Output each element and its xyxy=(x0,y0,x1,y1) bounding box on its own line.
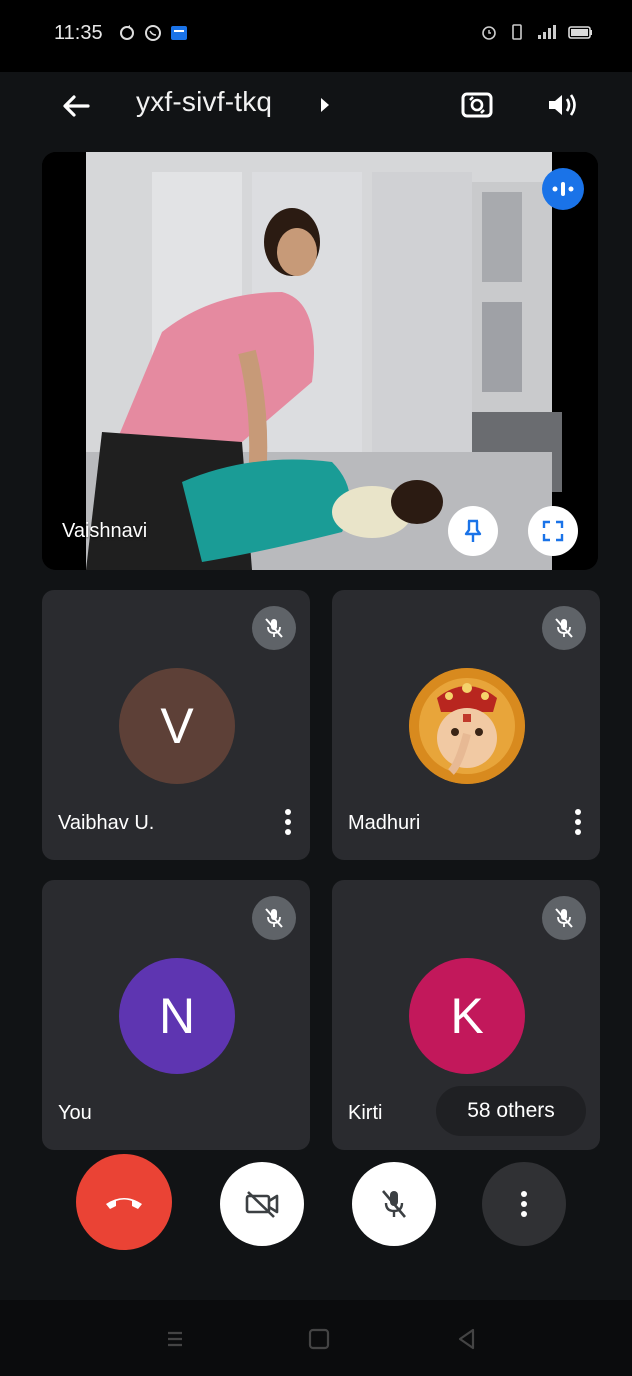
mic-off-icon xyxy=(265,618,283,638)
muted-indicator xyxy=(542,606,586,650)
more-vert-icon xyxy=(521,1191,527,1217)
arrow-back-icon[interactable] xyxy=(56,86,96,126)
participant-tile-self[interactable]: N You xyxy=(42,880,310,1150)
mic-off-icon xyxy=(382,1190,406,1218)
mic-off-icon xyxy=(555,908,573,928)
status-icons-right xyxy=(480,23,594,41)
mic-off-icon xyxy=(555,618,573,638)
camera-switch-icon[interactable] xyxy=(456,84,498,126)
participant-tile[interactable]: V Vaibhav U. xyxy=(42,590,310,860)
participant-video xyxy=(42,152,598,570)
mic-toggle-button[interactable] xyxy=(352,1162,436,1246)
message-icon xyxy=(171,26,187,40)
participant-tile[interactable]: Madhuri xyxy=(332,590,600,860)
fullscreen-button[interactable] xyxy=(528,506,578,556)
pin-icon xyxy=(464,519,482,542)
videocam-off-icon xyxy=(245,1191,279,1218)
avatar: K xyxy=(409,958,525,1074)
camera-toggle-button[interactable] xyxy=(220,1162,304,1246)
vibrate-icon xyxy=(512,24,522,40)
avatar: N xyxy=(119,958,235,1074)
participant-name: Kirti xyxy=(348,1102,383,1124)
speaking-indicator xyxy=(542,168,584,210)
main-video-tile[interactable]: Vaishnavi xyxy=(42,152,598,570)
call-controls xyxy=(0,1150,632,1290)
audio-level-icon xyxy=(552,182,574,196)
participant-name: You xyxy=(58,1102,92,1124)
whatsapp-icon xyxy=(145,25,161,41)
sync-icon xyxy=(120,25,134,40)
meet-call-screen: 11:35 yxf-sivf-tkq Vaishnavi V Vaibhav U… xyxy=(0,0,632,1376)
muted-indicator xyxy=(252,606,296,650)
avatar: V xyxy=(119,668,235,784)
status-time: 11:35 xyxy=(54,22,103,44)
battery-icon xyxy=(568,26,592,39)
participant-more-button[interactable] xyxy=(566,804,590,840)
mic-off-icon xyxy=(265,908,283,928)
muted-indicator xyxy=(252,896,296,940)
avatar-image xyxy=(409,668,525,784)
participant-more-button[interactable] xyxy=(276,804,300,840)
pin-button[interactable] xyxy=(448,506,498,556)
caret-right-icon[interactable] xyxy=(318,94,332,116)
main-participant-name: Vaishnavi xyxy=(62,520,148,542)
fullscreen-icon xyxy=(542,520,564,542)
meeting-code[interactable]: yxf-sivf-tkq xyxy=(136,86,272,118)
others-count-button[interactable]: 58 others xyxy=(436,1086,586,1136)
participant-name: Vaibhav U. xyxy=(58,812,155,834)
muted-indicator xyxy=(542,896,586,940)
status-bar: 11:35 xyxy=(0,0,632,72)
app-bar: yxf-sivf-tkq xyxy=(0,72,632,142)
status-icons-left xyxy=(118,24,188,42)
home-icon[interactable] xyxy=(304,1324,334,1354)
end-call-button[interactable] xyxy=(76,1154,172,1250)
participant-name: Madhuri xyxy=(348,812,421,834)
call-end-icon xyxy=(106,1198,142,1209)
more-vert-icon xyxy=(285,809,291,835)
signal-icon xyxy=(538,25,556,39)
more-options-button[interactable] xyxy=(482,1162,566,1246)
system-nav-bar xyxy=(0,1300,632,1376)
back-icon[interactable] xyxy=(452,1324,482,1354)
more-vert-icon xyxy=(575,809,581,835)
participant-tile[interactable]: K Kirti 58 others xyxy=(332,880,600,1150)
recent-apps-icon[interactable] xyxy=(160,1324,190,1354)
volume-icon[interactable] xyxy=(540,84,582,126)
alarm-icon xyxy=(482,26,496,40)
